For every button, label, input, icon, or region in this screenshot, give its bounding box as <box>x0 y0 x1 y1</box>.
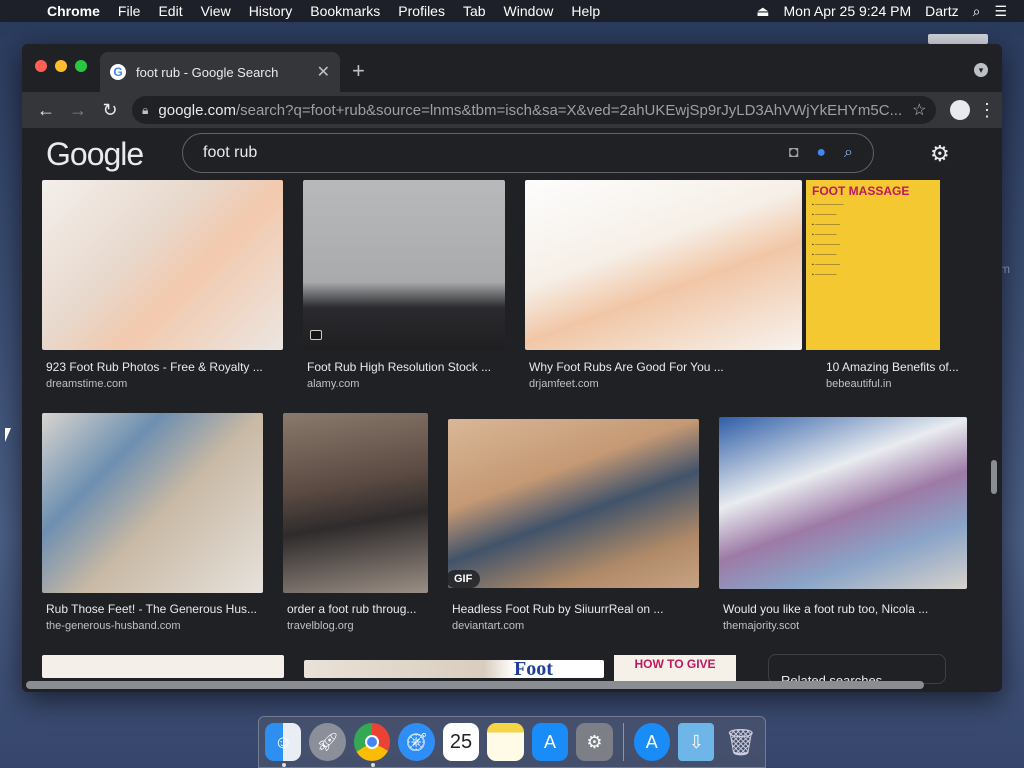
lock-icon[interactable]: 🔒︎ <box>142 103 148 118</box>
result-image-10[interactable]: Foot <box>304 658 604 680</box>
google-header: Google foot rub ◘ ● ⌕ ⚙ ⋮ <box>22 128 987 184</box>
menu-bar: Chrome File Edit View History Bookmarks … <box>0 0 1024 22</box>
dock: ☺ 🚀︎ 🧭︎ 25 A ⚙ A ⇩ 🗑︎ <box>258 716 766 768</box>
result-site-2[interactable]: alamy.com <box>307 378 359 390</box>
google-favicon-icon: G <box>110 64 126 80</box>
menu-file[interactable]: File <box>109 3 150 19</box>
vertical-scrollbar[interactable] <box>991 460 997 494</box>
result-image-2[interactable] <box>303 180 505 350</box>
chrome-menu-icon[interactable]: ⋮ <box>978 100 996 121</box>
safari-icon[interactable]: 🧭︎ <box>398 723 435 761</box>
bookmark-star-icon[interactable]: ☆ <box>912 100 926 120</box>
result-title-6[interactable]: order a foot rub throug... <box>287 602 425 616</box>
result-title-2[interactable]: Foot Rub High Resolution Stock ... <box>307 360 503 374</box>
result-site-3[interactable]: drjamfeet.com <box>529 378 599 390</box>
result-image-1[interactable] <box>42 180 283 350</box>
result-image-5[interactable] <box>42 413 263 593</box>
search-query[interactable]: foot rub <box>203 144 771 162</box>
result-site-4[interactable]: bebeautiful.in <box>826 378 891 390</box>
result-image-6[interactable] <box>283 413 428 593</box>
result-site-5[interactable]: the-generous-husband.com <box>46 620 181 632</box>
mic-icon[interactable]: ● <box>816 144 826 162</box>
dock-separator <box>622 723 624 761</box>
notes-icon[interactable] <box>487 723 524 761</box>
poster-foot-word: Foot <box>514 658 553 680</box>
eject-icon[interactable]: ⏏ <box>749 3 776 20</box>
launchpad-icon[interactable]: 🚀︎ <box>309 723 346 761</box>
calendar-icon[interactable]: 25 <box>442 723 480 761</box>
tab-search-icon[interactable]: ▾ <box>974 63 988 77</box>
spotlight-search-icon[interactable]: ⌕ <box>966 3 988 20</box>
app-store-icon[interactable]: A <box>531 723 569 761</box>
google-logo[interactable]: Google <box>46 136 144 173</box>
user-name[interactable]: Dartz <box>918 3 965 19</box>
more-options-icon[interactable]: ⋮ <box>980 142 987 163</box>
tab-title: foot rub - Google Search <box>136 64 279 80</box>
search-input[interactable]: foot rub ◘ ● ⌕ <box>182 133 874 173</box>
browser-tab[interactable]: G foot rub - Google Search ✕ <box>100 52 340 92</box>
related-searches-card[interactable]: Related searches <box>768 654 946 684</box>
trash-icon[interactable]: 🗑︎ <box>722 723 758 761</box>
result-image-8[interactable] <box>719 417 967 589</box>
mouse-pointer <box>5 428 11 442</box>
result-title-3[interactable]: Why Foot Rubs Are Good For You ... <box>529 360 799 374</box>
control-center-icon[interactable]: ☰ <box>987 3 1014 20</box>
zoom-window-button[interactable] <box>75 60 87 72</box>
result-site-6[interactable]: travelblog.org <box>287 620 354 632</box>
forward-icon[interactable]: → <box>62 100 94 121</box>
clock[interactable]: Mon Apr 25 9:24 PM <box>777 3 919 19</box>
finder-icon[interactable]: ☺ <box>265 723 302 767</box>
new-tab-icon[interactable]: + <box>352 58 365 84</box>
menu-help[interactable]: Help <box>562 3 609 19</box>
minimize-window-button[interactable] <box>55 60 67 72</box>
result-site-1[interactable]: dreamstime.com <box>46 378 127 390</box>
title-bar: G foot rub - Google Search ✕ + ▾ <box>22 44 1002 92</box>
result-title-8[interactable]: Would you like a foot rub too, Nicola ..… <box>723 602 963 616</box>
url-host: google.com <box>158 101 236 119</box>
menu-profiles[interactable]: Profiles <box>389 3 454 19</box>
result-title-4[interactable]: 10 Amazing Benefits of... <box>826 360 966 374</box>
image-type-icon <box>310 330 322 340</box>
close-window-button[interactable] <box>35 60 47 72</box>
result-site-8[interactable]: themajority.scot <box>723 620 799 632</box>
back-icon[interactable]: ← <box>30 100 62 121</box>
result-site-7[interactable]: deviantart.com <box>452 620 524 632</box>
result-image-4[interactable]: FOOT MASSAGE ▪ ──────── ▪ ────── ▪ ───────… <box>806 180 940 350</box>
menu-app-name[interactable]: Chrome <box>38 3 109 19</box>
result-image-9[interactable] <box>42 655 284 678</box>
menu-view[interactable]: View <box>192 3 240 19</box>
menu-bookmarks[interactable]: Bookmarks <box>301 3 389 19</box>
gif-badge: GIF <box>446 570 481 588</box>
menu-edit[interactable]: Edit <box>149 3 191 19</box>
app-store-downloads-icon[interactable]: A <box>633 723 671 761</box>
camera-icon[interactable]: ◘ <box>789 144 799 162</box>
tab-close-icon[interactable]: ✕ <box>317 62 330 82</box>
search-icon[interactable]: ⌕ <box>844 144 853 162</box>
menu-window[interactable]: Window <box>495 3 563 19</box>
result-image-3[interactable] <box>525 180 802 350</box>
desktop-file-icon[interactable] <box>928 34 988 44</box>
horizontal-scrollbar[interactable] <box>26 681 924 689</box>
menu-tab[interactable]: Tab <box>454 3 495 19</box>
poster-heading: FOOT MASSAGE <box>812 184 910 198</box>
result-title-7[interactable]: Headless Foot Rub by SiiuurrReal on ... <box>452 602 696 616</box>
result-image-7[interactable] <box>448 419 699 588</box>
result-title-5[interactable]: Rub Those Feet! - The Generous Hus... <box>46 602 258 616</box>
result-title-1[interactable]: 923 Foot Rub Photos - Free & Royalty ... <box>46 360 276 374</box>
downloads-folder-icon[interactable]: ⇩ <box>678 723 715 761</box>
gear-icon[interactable]: ⚙ <box>930 141 950 167</box>
url-path: /search?q=foot+rub&source=lnms&tbm=isch&… <box>235 101 903 119</box>
poster-list: ▪ ──────── ▪ ────── ▪ ─────── ▪ ────── ▪ ──… <box>812 202 844 278</box>
address-bar[interactable]: 🔒︎ google.com /search?q=foot+rub&source=… <box>132 96 936 124</box>
chrome-icon[interactable] <box>353 723 391 767</box>
system-preferences-icon[interactable]: ⚙ <box>576 723 613 761</box>
browser-toolbar: ← → ↻ 🔒︎ google.com /search?q=foot+rub&s… <box>22 92 1002 128</box>
profile-avatar-icon[interactable] <box>950 100 970 120</box>
reload-icon[interactable]: ↻ <box>94 100 126 121</box>
menu-history[interactable]: History <box>240 3 302 19</box>
